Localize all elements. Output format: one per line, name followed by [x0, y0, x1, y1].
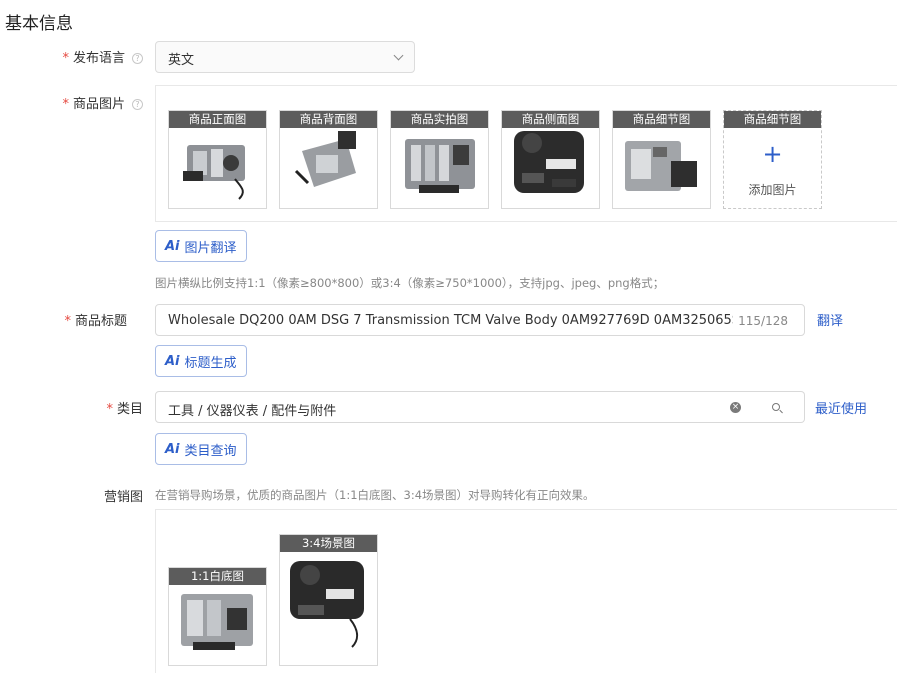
marketing-label: 营销图: [103, 490, 143, 505]
add-image-button[interactable]: 商品细节图 + 添加图片: [723, 110, 822, 209]
ai-icon: Ai: [165, 441, 180, 457]
plus-icon: +: [762, 140, 783, 168]
image-translate-button[interactable]: Ai 图片翻译: [155, 230, 247, 262]
title-value: Wholesale DQ200 0AM DSG 7 Transmission T…: [168, 313, 733, 328]
language-value: 英文: [168, 53, 195, 68]
images-label: * 商品图片?: [62, 93, 143, 112]
images-hint: 图片横纵比例支持1:1（像素≥800*800）或3:4（像素≥750*1000）…: [155, 276, 665, 290]
chevron-down-icon: [393, 50, 404, 61]
product-image-detail[interactable]: 商品细节图: [612, 110, 711, 209]
category-label: * 类目: [106, 402, 143, 417]
help-icon[interactable]: ?: [132, 53, 143, 64]
product-image-side[interactable]: 商品侧面图: [501, 110, 600, 209]
help-icon[interactable]: ?: [132, 99, 143, 110]
language-select[interactable]: 英文: [155, 41, 415, 73]
language-label: * 发布语言?: [62, 47, 143, 66]
title-char-count: 115/128: [738, 314, 788, 328]
ai-icon: Ai: [165, 353, 180, 369]
title-label: * 商品标题: [64, 314, 127, 329]
tcm-housing-photo: [290, 561, 364, 648]
category-input[interactable]: 工具 / 仪器仪表 / 配件与附件 ×: [155, 391, 752, 423]
category-value: 工具 / 仪器仪表 / 配件与附件: [168, 404, 337, 419]
recent-category-link[interactable]: 最近使用: [815, 398, 867, 417]
ai-icon: Ai: [165, 238, 180, 254]
search-icon: [772, 403, 780, 411]
marketing-hint: 在营销导购场景，优质的商品图片（1:1白底图、3:4场景图）对导购转化有正向效果…: [155, 488, 595, 502]
product-image-back[interactable]: 商品背面图: [279, 110, 378, 209]
marketing-image-scene[interactable]: 3:4场景图: [279, 534, 378, 666]
title-translate-link[interactable]: 翻译: [817, 310, 843, 329]
category-search-button[interactable]: [751, 391, 805, 423]
clear-icon[interactable]: ×: [730, 402, 741, 413]
section-title: 基本信息: [5, 14, 73, 34]
category-query-button[interactable]: Ai 类目查询: [155, 433, 247, 465]
marketing-image-white-bg[interactable]: 1:1白底图: [168, 567, 267, 666]
product-image-front[interactable]: 商品正面图: [168, 110, 267, 209]
title-generate-button[interactable]: Ai 标题生成: [155, 345, 247, 377]
title-input[interactable]: Wholesale DQ200 0AM DSG 7 Transmission T…: [155, 304, 805, 336]
product-image-real[interactable]: 商品实拍图: [390, 110, 489, 209]
